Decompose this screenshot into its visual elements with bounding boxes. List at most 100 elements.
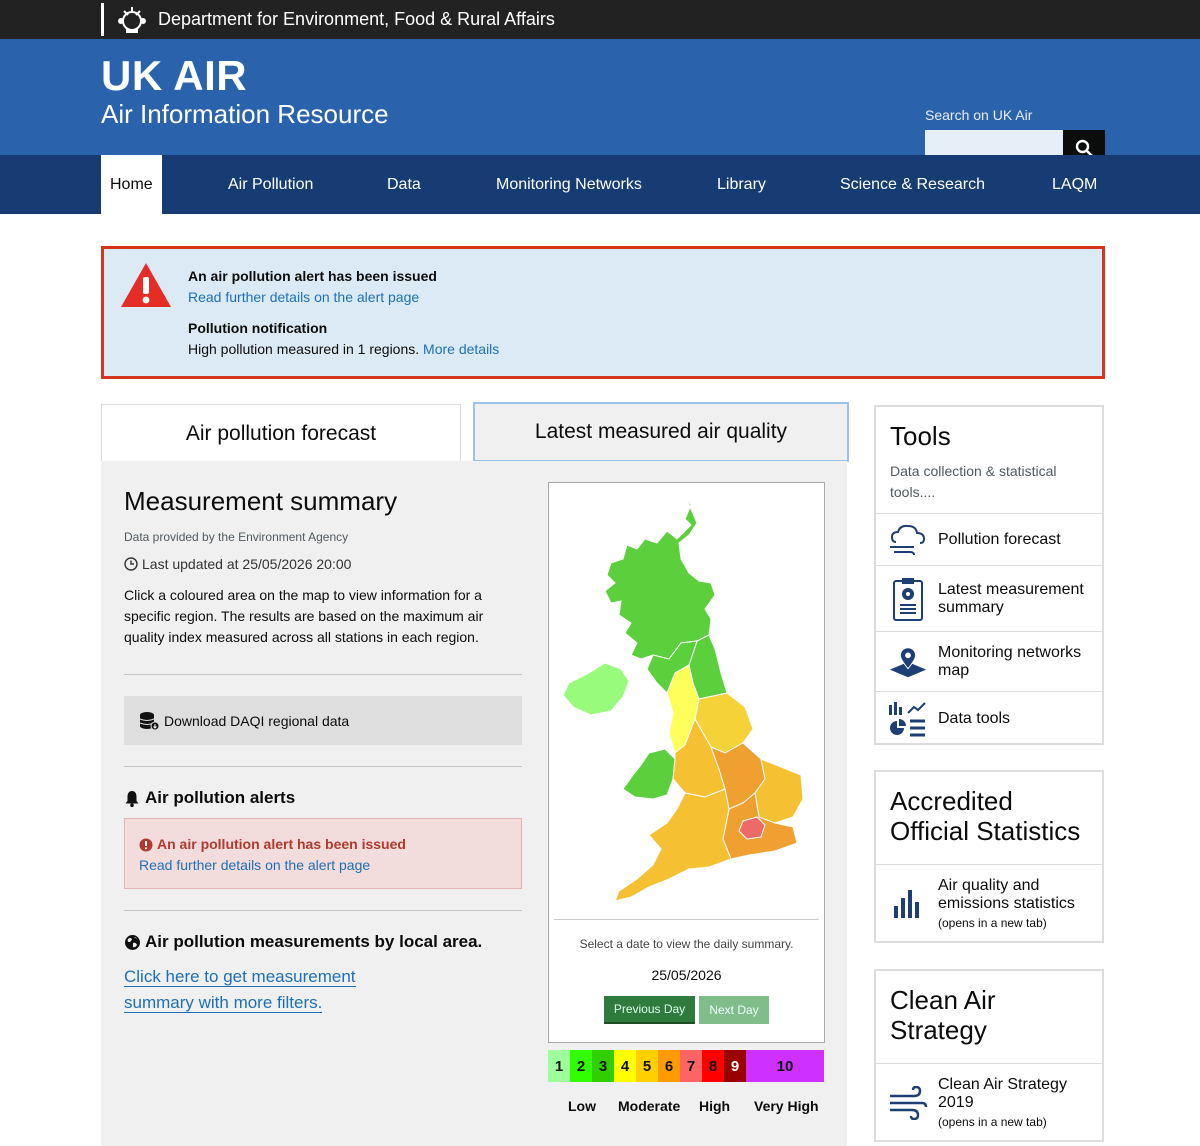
masthead: UK AIR Air Information Resource Search o… (0, 39, 1200, 166)
daqi-scale-cell-7: 7 (680, 1050, 702, 1082)
daqi-scale: 1 2 3 4 5 6 7 8 9 10 (548, 1050, 824, 1082)
last-updated: Last updated at 25/05/2026 20:00 (142, 556, 352, 572)
clean-air-card: Clean Air Strategy Clean Air Strategy 20… (874, 969, 1104, 1142)
local-area-link-text: Click here to get measurement summary wi… (124, 967, 356, 1013)
nav-data[interactable]: Data (387, 155, 421, 214)
daqi-scale-cell-2: 2 (570, 1050, 592, 1082)
daqi-scale-cell-8: 8 (702, 1050, 724, 1082)
map-region-northern-ireland[interactable] (562, 662, 630, 716)
accredited-stats-link[interactable]: Air quality and emissions statistics (ope… (876, 864, 1102, 942)
next-day-button[interactable]: Next Day (699, 996, 769, 1024)
clean-air-item-label: Clean Air Strategy 2019 (938, 1075, 1067, 1111)
main-nav: Home Air Pollution Data Monitoring Netwo… (0, 155, 1200, 214)
nav-science-research[interactable]: Science & Research (840, 155, 985, 214)
tab-latest-measured[interactable]: Latest measured air quality (473, 402, 849, 462)
tool-label: Monitoring networks map (938, 643, 1082, 679)
search-label: Search on UK Air (925, 107, 1033, 123)
tool-label: Data tools (938, 709, 1011, 727)
tools-description: Data collection & statistical tools.... (890, 463, 1057, 500)
government-bar: Department for Environment, Food & Rural… (0, 0, 1200, 39)
clock-icon (124, 557, 138, 571)
tool-label: Latest measurement summary (938, 580, 1084, 616)
clean-air-title: Clean Air Strategy (890, 985, 996, 1045)
site-brand[interactable]: UK AIR Air Information Resource (101, 52, 389, 130)
band-very-high: Very High (754, 1098, 819, 1114)
new-tab-note: (opens in a new tab) (938, 1114, 1047, 1129)
exclamation-circle-icon (139, 838, 153, 851)
daqi-map-box: Select a date to view the daily summary.… (548, 482, 825, 1043)
daqi-scale-cell-4: 4 (614, 1050, 636, 1082)
tool-latest-summary[interactable]: Latest measurement summary (876, 565, 1102, 631)
tools-title: Tools (890, 421, 951, 451)
nav-library[interactable]: Library (717, 155, 766, 214)
site-title: UK AIR (101, 52, 248, 99)
band-moderate: Moderate (618, 1098, 681, 1114)
alert-notice: An air pollution alert has been issued R… (124, 818, 522, 889)
divider (124, 910, 522, 911)
divider (124, 766, 522, 767)
local-area-heading: Air pollution measurements by local area… (145, 932, 483, 951)
summary-title: Measurement summary (124, 486, 398, 516)
tool-monitoring-map[interactable]: Monitoring networks map (876, 631, 1102, 691)
nav-home[interactable]: Home (101, 155, 162, 214)
daqi-scale-cell-6: 6 (658, 1050, 680, 1082)
uk-regions-map (562, 492, 804, 902)
download-label: Download DAQI regional data (164, 712, 350, 729)
daqi-scale-cell-5: 5 (636, 1050, 658, 1082)
measurement-panel: Measurement summary Data provided by the… (101, 461, 847, 1146)
alert-notice-link[interactable]: Read further details on the alert page (139, 857, 370, 873)
nav-monitoring-networks[interactable]: Monitoring Networks (496, 155, 642, 214)
notification-text: High pollution measured in 1 regions. (188, 341, 420, 357)
map-divider (554, 919, 819, 920)
map-region-wales[interactable] (622, 748, 676, 800)
tool-data-tools[interactable]: Data tools (876, 691, 1102, 745)
accredited-title: Accredited Official Statistics (890, 786, 1081, 846)
globe-icon (125, 934, 140, 950)
department-name: Department for Environment, Food & Rural… (158, 9, 555, 29)
clipboard-icon (888, 577, 928, 621)
nav-air-pollution[interactable]: Air Pollution (228, 155, 313, 214)
summary-description: Click a coloured area on the map to view… (124, 587, 484, 645)
daqi-scale-cell-3: 3 (592, 1050, 614, 1082)
more-details-link[interactable]: More details (423, 341, 499, 357)
clean-air-strategy-link[interactable]: Clean Air Strategy 2019 (opens in a new t… (876, 1063, 1102, 1141)
data-provider: Data provided by the Environment Agency (124, 530, 349, 544)
notification-heading: Pollution notification (188, 320, 328, 336)
wind-icon (888, 1083, 928, 1123)
alert-banner: An air pollution alert has been issued R… (101, 246, 1105, 379)
accredited-card: Accredited Official Statistics Air quali… (874, 770, 1104, 943)
alert-heading: An air pollution alert has been issued (188, 268, 437, 284)
daqi-scale-cell-1: 1 (548, 1050, 570, 1082)
new-tab-note: (opens in a new tab) (938, 915, 1047, 930)
previous-day-button[interactable]: Previous Day (604, 996, 695, 1024)
nav-laqm[interactable]: LAQM (1052, 155, 1097, 214)
map-region-scotland[interactable] (604, 492, 716, 660)
tools-card: Tools Data collection & statistical tool… (874, 405, 1104, 745)
band-low: Low (568, 1098, 596, 1114)
alert-notice-title: An air pollution alert has been issued (157, 836, 406, 852)
daqi-scale-cell-10: 10 (746, 1050, 824, 1082)
map-region-south-west[interactable] (614, 788, 732, 902)
alerts-heading: Air pollution alerts (145, 788, 296, 807)
local-area-link[interactable]: Click here to get measurement summary wi… (124, 967, 356, 1013)
royal-crest-icon (112, 4, 152, 36)
warning-icon (121, 263, 171, 307)
accredited-item-label: Air quality and emissions statistics (938, 876, 1075, 912)
site-subtitle: Air Information Resource (101, 99, 389, 129)
download-daqi-button[interactable]: Download DAQI regional data (124, 696, 522, 745)
alert-details-link[interactable]: Read further details on the alert page (188, 289, 419, 305)
department-link[interactable]: Department for Environment, Food & Rural… (101, 3, 555, 36)
divider (124, 674, 522, 675)
daqi-scale-cell-9: 9 (724, 1050, 746, 1082)
bell-icon (125, 790, 139, 807)
tab-forecast[interactable]: Air pollution forecast (101, 404, 461, 462)
cloud-wind-icon (888, 520, 928, 560)
charts-icon (888, 699, 928, 739)
tabs: Air pollution forecast Latest measured a… (101, 402, 849, 462)
tool-label: Pollution forecast (938, 530, 1061, 548)
database-download-icon (139, 711, 160, 730)
tool-pollution-forecast[interactable]: Pollution forecast (876, 513, 1102, 565)
daqi-bands: Low Moderate High Very High (548, 1098, 828, 1118)
selected-date: 25/05/2026 (651, 967, 722, 983)
band-high: High (699, 1098, 731, 1114)
